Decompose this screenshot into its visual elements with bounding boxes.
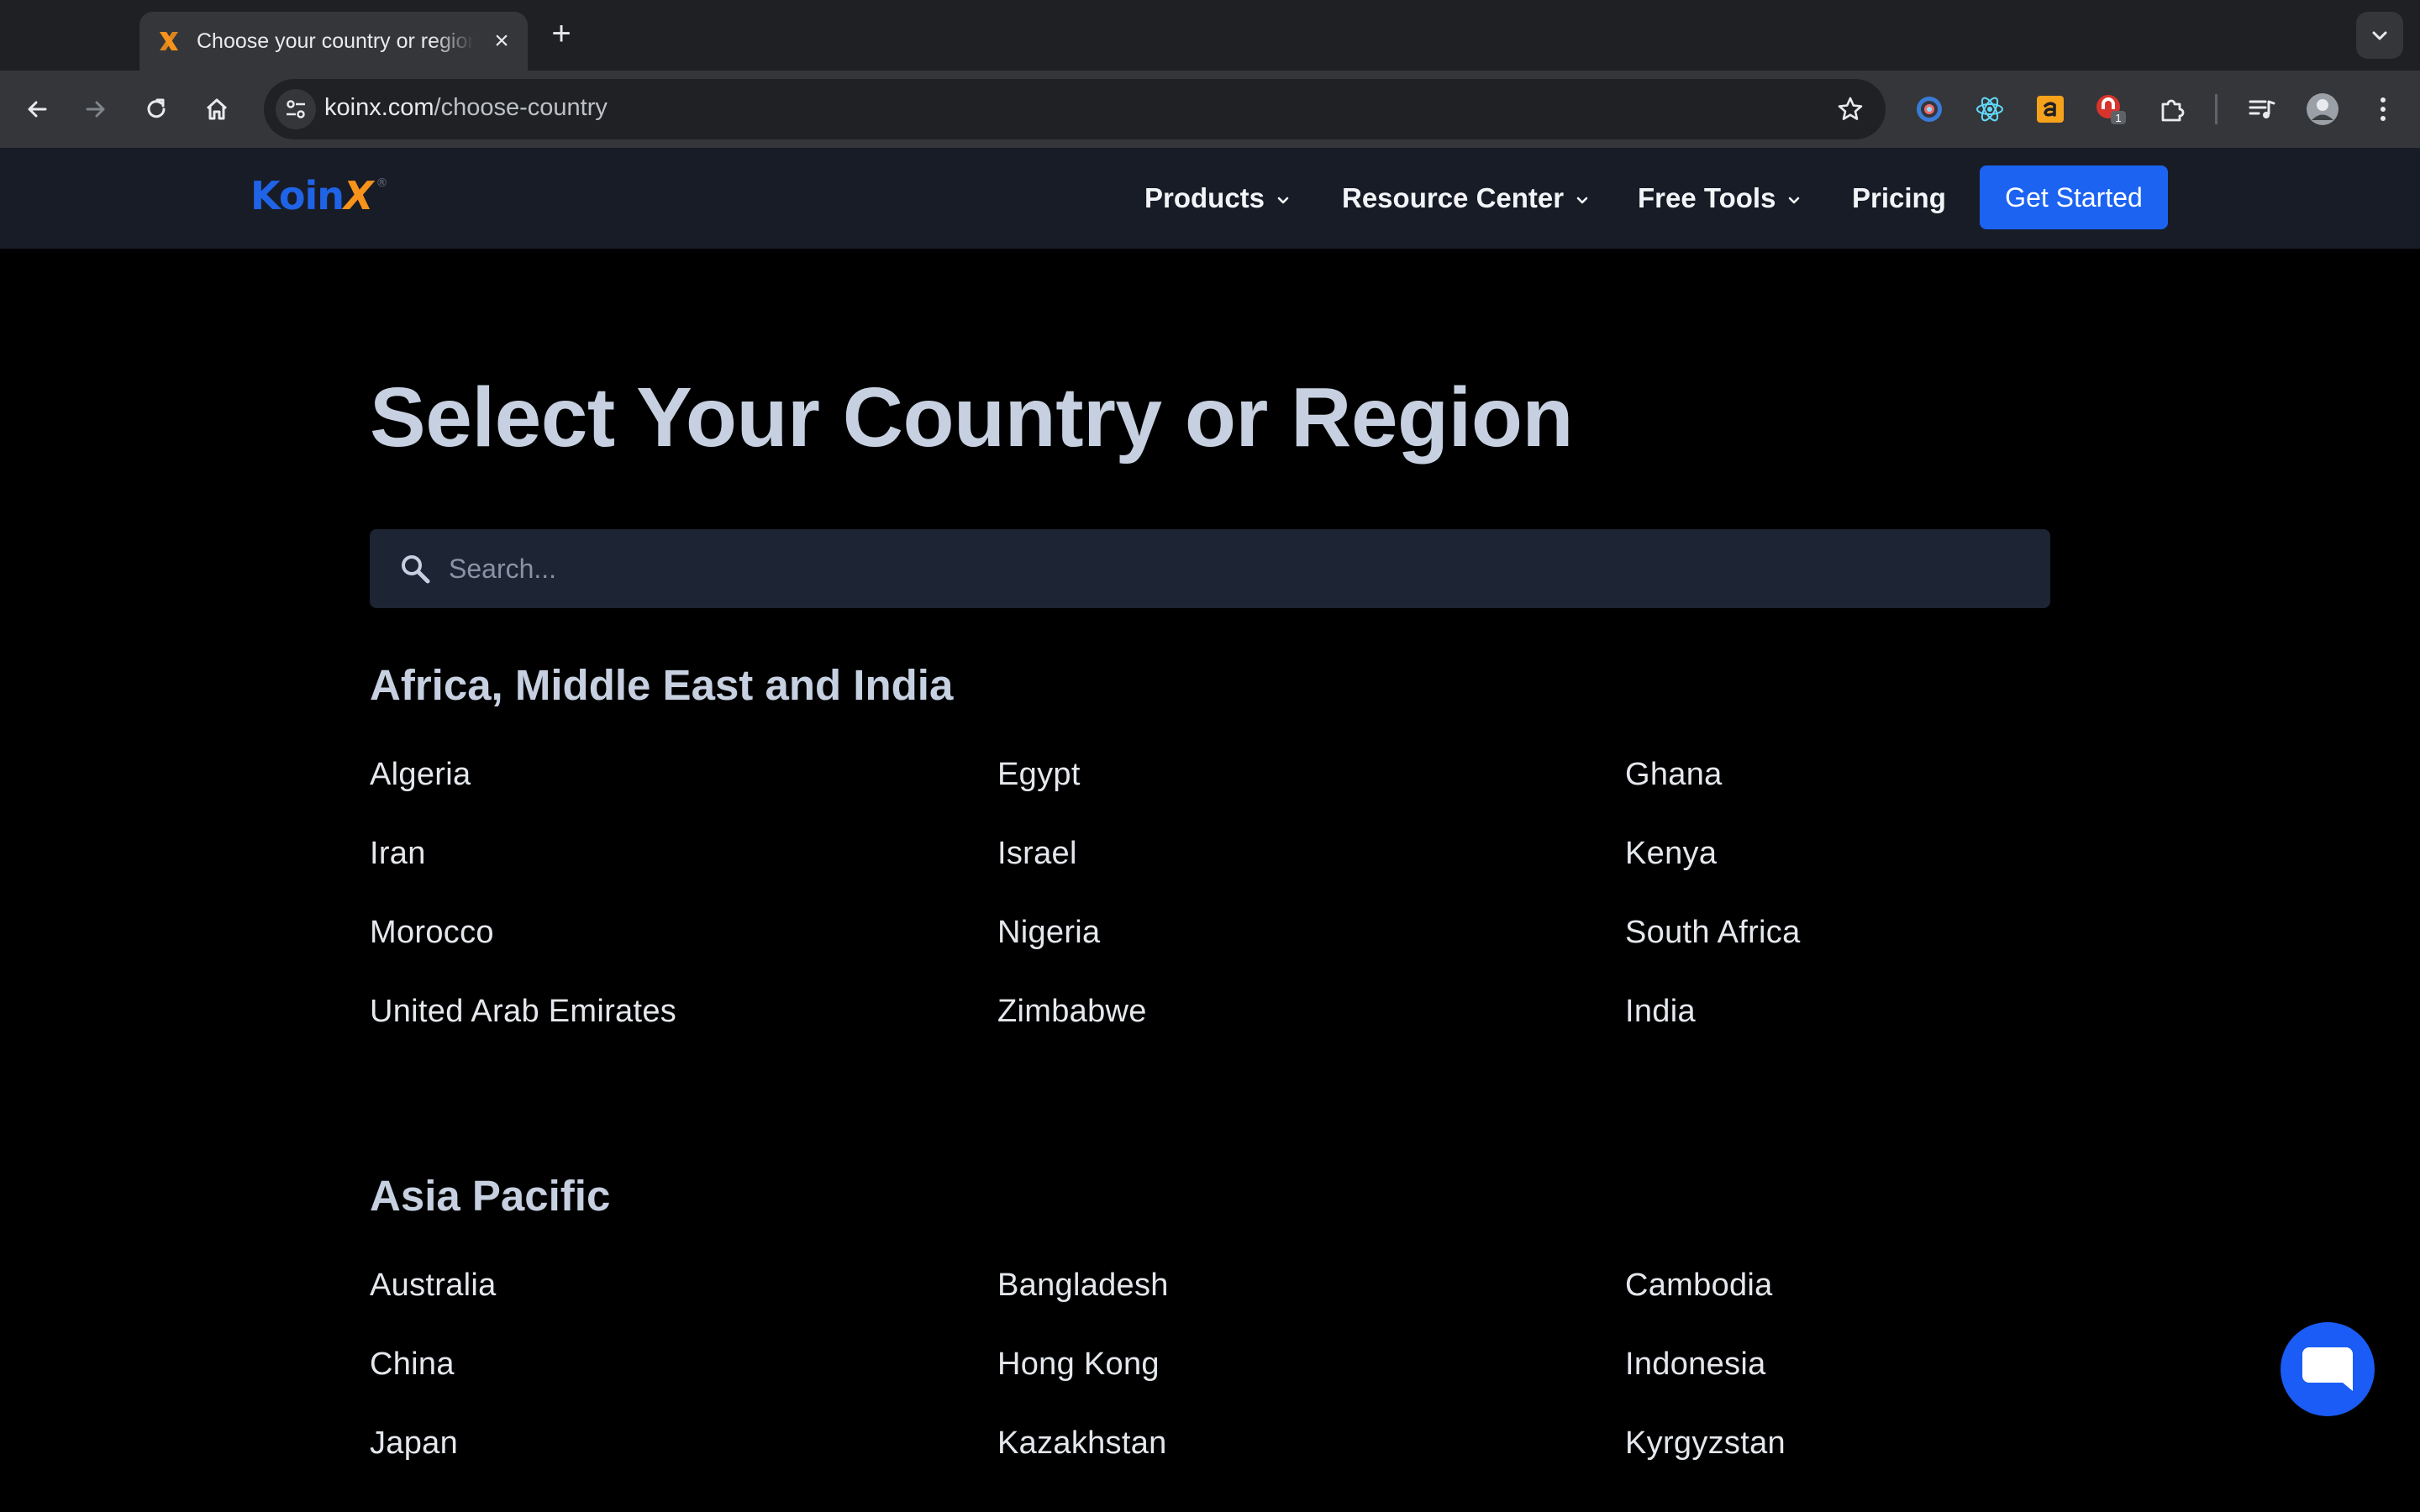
magnet-icon: 1: [2096, 95, 2126, 124]
country-link[interactable]: Kyrgyzstan: [1625, 1418, 2129, 1497]
tune-icon: [287, 100, 305, 118]
tab-title: Choose your country or region | KoinX: [197, 29, 474, 53]
chevron-down-icon: [1277, 197, 1289, 204]
country-link[interactable]: Australia: [370, 1260, 997, 1339]
region-title-africa-middle-east-india: Africa, Middle East and India: [370, 661, 954, 709]
nav-products-label: Products: [1144, 182, 1265, 213]
logo-text: Koin: [250, 173, 345, 218]
playlist-music-icon: [2249, 100, 2275, 118]
chat-widget-button[interactable]: [2281, 1322, 2375, 1416]
extensions-menu-button[interactable]: [2153, 89, 2193, 129]
chevron-down-icon: [1576, 197, 1588, 204]
search-input[interactable]: [449, 529, 2028, 608]
country-link[interactable]: Ghana: [1625, 749, 2129, 828]
country-link[interactable]: Israel: [997, 828, 1625, 907]
get-started-button[interactable]: Get Started: [1980, 165, 2168, 229]
logo-x: X: [343, 173, 373, 218]
url-text: koinx.com/choose-country: [324, 94, 608, 122]
url-host: koinx.com: [324, 94, 434, 121]
nav-free-tools-label: Free Tools: [1638, 182, 1776, 213]
country-grid-asia-pacific: Australia Bangladesh Cambodia China Hong…: [370, 1260, 2134, 1497]
toolbar-separator: [2215, 94, 2217, 124]
region-title-asia-pacific: Asia Pacific: [370, 1172, 611, 1220]
koinx-favicon-icon: [156, 29, 182, 54]
browser-tab-active[interactable]: Choose your country or region | KoinX ×: [139, 12, 528, 71]
country-link[interactable]: Kazakhstan: [997, 1418, 1625, 1497]
home-button[interactable]: [197, 89, 237, 129]
country-link[interactable]: Zimbabwe: [997, 986, 1625, 1065]
amazon-icon: [2037, 96, 2064, 123]
avatar-icon: [2307, 93, 2338, 125]
extension-badge: 1: [2115, 112, 2121, 124]
nav-pricing-label: Pricing: [1852, 182, 1946, 213]
country-link[interactable]: China: [370, 1339, 997, 1418]
arrow-left-icon: [28, 101, 47, 118]
country-grid-africa-middle-east-india: Algeria Egypt Ghana Iran Israel Kenya Mo…: [370, 749, 2134, 1065]
profile-avatar[interactable]: [2302, 89, 2343, 129]
chevron-down-icon: [2372, 31, 2387, 40]
search-icon: [402, 555, 430, 584]
country-link[interactable]: India: [1625, 986, 2129, 1065]
country-link[interactable]: Egypt: [997, 749, 1625, 828]
new-tab-button[interactable]: +: [544, 17, 578, 50]
forward-button[interactable]: [76, 89, 116, 129]
target-extension-icon: [1917, 97, 1942, 122]
country-link[interactable]: United Arab Emirates: [370, 986, 997, 1065]
koinx-logo[interactable]: KoinX ®: [250, 173, 387, 220]
country-link[interactable]: Iran: [370, 828, 997, 907]
extension-target[interactable]: [1909, 89, 1949, 129]
country-link[interactable]: Japan: [370, 1418, 997, 1497]
star-icon: [1838, 97, 1863, 120]
reload-icon: [147, 98, 166, 118]
country-search: [370, 529, 2050, 608]
extension-magnet[interactable]: 1: [2091, 89, 2131, 129]
country-link[interactable]: Kenya: [1625, 828, 2129, 907]
nav-resource-center[interactable]: Resource Center: [1342, 148, 1591, 249]
nav-resource-center-label: Resource Center: [1342, 182, 1565, 213]
nav-free-tools[interactable]: Free Tools: [1638, 148, 1802, 249]
country-link[interactable]: Algeria: [370, 749, 997, 828]
reload-button[interactable]: [136, 89, 176, 129]
page-title: Select Your Country or Region: [370, 370, 1573, 465]
browser-tabstrip: Choose your country or region | KoinX × …: [0, 0, 2420, 71]
tab-search-button[interactable]: [2356, 12, 2403, 59]
chat-bubble-icon: [2302, 1347, 2353, 1391]
react-icon: [1976, 97, 2003, 122]
country-link[interactable]: Cambodia: [1625, 1260, 2129, 1339]
country-link[interactable]: Nigeria: [997, 907, 1625, 986]
address-bar[interactable]: koinx.com/choose-country: [264, 79, 1886, 139]
media-controls-button[interactable]: [2242, 89, 2282, 129]
tab-close-icon[interactable]: ×: [491, 29, 513, 54]
chevron-down-icon: [1789, 197, 1800, 204]
logo-registered-mark: ®: [376, 176, 387, 190]
nav-products[interactable]: Products: [1144, 148, 1292, 249]
country-link[interactable]: South Africa: [1625, 907, 2129, 986]
extension-amazon[interactable]: [2030, 89, 2070, 129]
browser-menu-button[interactable]: [2363, 89, 2403, 129]
country-link[interactable]: Indonesia: [1625, 1339, 2129, 1418]
back-button[interactable]: [17, 89, 57, 129]
arrow-right-icon: [86, 101, 105, 118]
home-icon: [206, 98, 228, 120]
site-settings-button[interactable]: [276, 89, 316, 129]
site-header: KoinX ® Products Resource Center Free Too…: [0, 148, 2420, 249]
extension-react-devtools[interactable]: [1970, 89, 2010, 129]
browser-toolbar: koinx.com/choose-country 1: [0, 71, 2420, 148]
country-link[interactable]: Morocco: [370, 907, 997, 986]
more-vert-icon: [2381, 97, 2386, 121]
puzzle-icon: [2161, 99, 2185, 122]
country-link[interactable]: Hong Kong: [997, 1339, 1625, 1418]
bookmark-button[interactable]: [1832, 91, 1869, 128]
url-path: /choose-country: [434, 94, 608, 121]
country-link[interactable]: Bangladesh: [997, 1260, 1625, 1339]
nav-pricing[interactable]: Pricing: [1852, 148, 1946, 249]
